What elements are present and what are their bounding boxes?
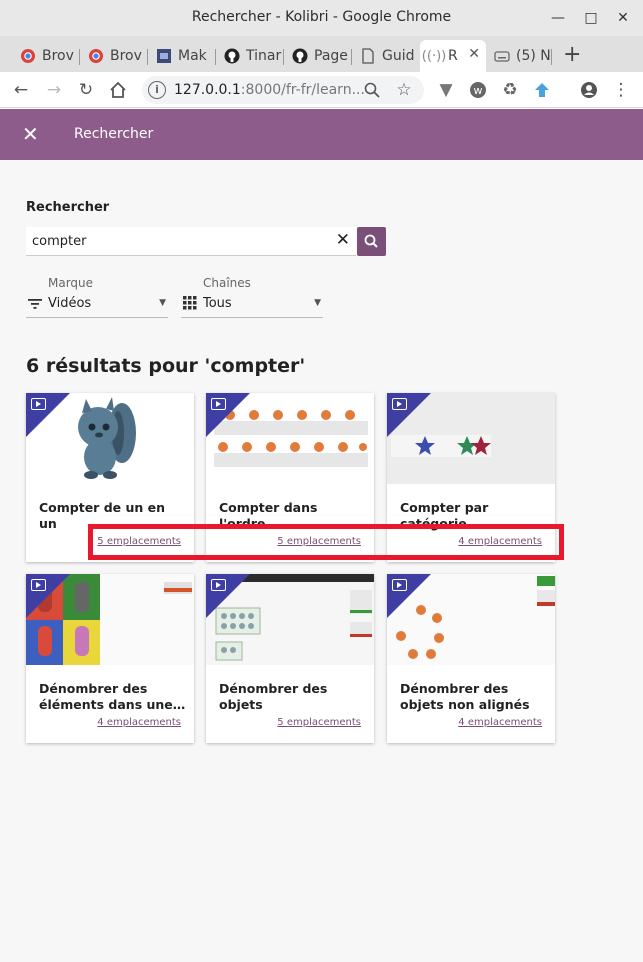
tab-strip: Brov Brov Mak Tinar Page Guid ((·)) R ✕ …	[0, 36, 643, 72]
thumbnail-scattered-squirrels	[387, 574, 555, 665]
channel-filter-value: Tous	[203, 296, 232, 311]
kind-filter-label: Marque	[48, 276, 94, 290]
highlight-box	[88, 524, 564, 560]
profile-icon[interactable]	[577, 78, 601, 102]
video-icon	[31, 398, 46, 410]
broadcast-icon: ((·))	[421, 48, 447, 64]
forward-icon[interactable]: →	[42, 78, 66, 102]
thumbnail-ordered-squirrels	[206, 393, 374, 484]
video-icon	[392, 579, 407, 591]
tab-label: Tinar	[246, 48, 282, 64]
kind-filter-select[interactable]: Vidéos ▼	[26, 295, 168, 318]
result-card[interactable]: Dénombrer des objets 5 emplacements	[206, 574, 374, 743]
video-icon	[211, 579, 226, 591]
document-icon	[360, 48, 376, 64]
thumbnail-squirrel	[26, 393, 194, 484]
window-titlebar: Rechercher - Kolibri - Google Chrome — □…	[0, 0, 643, 36]
clear-icon[interactable]: ✕	[336, 230, 350, 250]
app-header: ✕ Rechercher	[0, 109, 643, 160]
card-title: Dénombrer des objets	[219, 681, 328, 712]
tab-label: Guid	[382, 48, 415, 64]
zoom-icon[interactable]	[360, 78, 384, 102]
image-icon	[156, 48, 172, 64]
locations-link[interactable]: 4 emplacements	[97, 717, 181, 728]
tab-github-1[interactable]: Tinar	[218, 40, 284, 72]
close-icon[interactable]: ✕	[22, 122, 39, 146]
info-icon[interactable]: i	[148, 81, 166, 99]
chevron-down-icon: ▼	[159, 298, 166, 308]
chevron-down-icon: ▼	[314, 298, 321, 308]
tab-label: Mak	[178, 48, 207, 64]
kind-filter-value: Vidéos	[48, 296, 92, 311]
tab-label: Page	[314, 48, 348, 64]
tab-browser-1[interactable]: Brov	[14, 40, 80, 72]
search-input[interactable]: compter ✕	[26, 227, 356, 256]
new-tab-icon[interactable]: +	[563, 42, 581, 67]
channel-filter-select[interactable]: Tous ▼	[181, 295, 323, 318]
svg-text:w: w	[474, 84, 483, 97]
video-icon	[31, 579, 46, 591]
tab-label: R	[448, 48, 458, 64]
tab-kolibri-active[interactable]: ((·)) R ✕	[420, 40, 486, 72]
search-button[interactable]	[357, 227, 386, 256]
github-icon	[292, 48, 308, 64]
result-card[interactable]: Dénombrer des éléments dans une… 4 empla…	[26, 574, 194, 743]
result-card[interactable]: Dénombrer des objets non alignés 4 empla…	[387, 574, 555, 743]
filter-icon	[28, 299, 42, 309]
tab-make[interactable]: Mak	[150, 40, 216, 72]
browser-toolbar: ← → ↻ i 127.0.0.1:8000/fr-fr/learn... ☆ …	[0, 72, 643, 108]
home-icon[interactable]	[106, 78, 130, 102]
extension-arrow-icon[interactable]	[530, 78, 554, 102]
tab-notifications[interactable]: (5) N	[488, 40, 552, 72]
window-title: Rechercher - Kolibri - Google Chrome	[191, 9, 452, 25]
back-icon[interactable]: ←	[9, 78, 33, 102]
close-tab-icon[interactable]: ✕	[468, 46, 480, 62]
menu-kebab-icon[interactable]: ⋮	[609, 78, 633, 102]
thumbnail-categories	[387, 393, 555, 484]
url-text: 127.0.0.1:8000/fr-fr/learn...	[174, 82, 365, 98]
reload-icon[interactable]: ↻	[74, 78, 98, 102]
video-icon	[211, 398, 226, 410]
chrome-icon	[88, 48, 104, 64]
tab-label: (5) N	[516, 48, 551, 64]
tab-label: Brov	[42, 48, 74, 64]
tab-browser-2[interactable]: Brov	[82, 40, 148, 72]
keyboard-icon	[494, 48, 510, 64]
url-path: :8000/fr-fr/learn...	[240, 82, 365, 98]
page-title: Rechercher	[74, 126, 154, 142]
search-label: Rechercher	[26, 200, 110, 215]
locations-link[interactable]: 4 emplacements	[458, 717, 542, 728]
extension-v-icon[interactable]: ▼	[434, 78, 458, 102]
card-title: Dénombrer des éléments dans une…	[39, 681, 186, 712]
thumbnail-cars	[26, 574, 194, 665]
chrome-icon	[20, 48, 36, 64]
search-icon	[364, 234, 378, 248]
maximize-icon[interactable]: □	[581, 8, 601, 28]
channel-filter-label: Chaînes	[203, 276, 251, 290]
close-window-icon[interactable]: ✕	[613, 8, 633, 28]
tab-guide[interactable]: Guid	[354, 40, 418, 72]
tab-label: Brov	[110, 48, 142, 64]
extension-w-icon[interactable]: w	[466, 78, 490, 102]
bookmark-star-icon[interactable]: ☆	[392, 78, 416, 102]
url-host: 127.0.0.1	[174, 82, 241, 98]
search-input-value: compter	[32, 234, 87, 249]
thumbnail-objects	[206, 574, 374, 665]
grid-icon	[183, 296, 197, 310]
minimize-icon[interactable]: —	[548, 8, 568, 28]
video-icon	[392, 398, 407, 410]
tab-github-2[interactable]: Page	[286, 40, 352, 72]
github-icon	[224, 48, 240, 64]
recycle-icon[interactable]: ♻	[498, 78, 522, 102]
card-title: Dénombrer des objets non alignés	[400, 681, 530, 712]
locations-link[interactable]: 5 emplacements	[277, 717, 361, 728]
results-heading: 6 résultats pour 'compter'	[26, 355, 306, 377]
